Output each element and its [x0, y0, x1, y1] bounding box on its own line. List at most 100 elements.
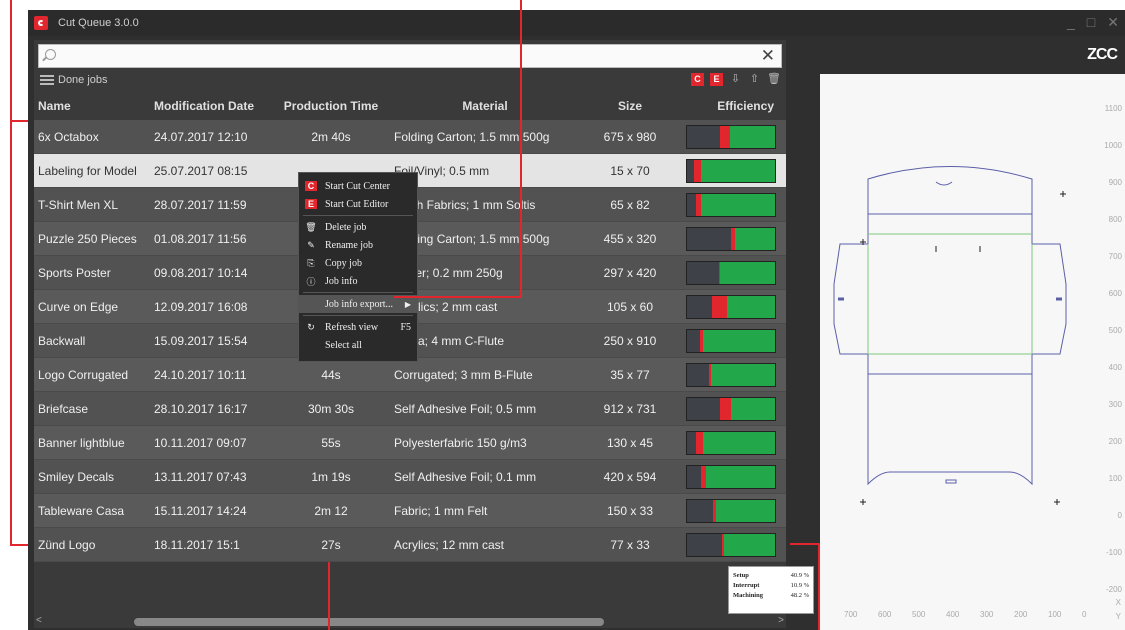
job-size: 105 x 60: [606, 299, 654, 314]
job-size: 130 x 45: [606, 435, 654, 450]
context-menu-item[interactable]: ↻ Refresh view F5: [299, 318, 417, 336]
job-efficiency[interactable]: [680, 294, 778, 319]
efficiency-bar[interactable]: [686, 226, 776, 251]
column-header-name[interactable]: Name: [34, 99, 154, 113]
clear-search-button[interactable]: ✕: [761, 46, 775, 66]
list-icon[interactable]: [40, 74, 54, 86]
title-bar: Cut Queue 3.0.0 _ □ ✕: [28, 10, 1125, 36]
job-efficiency[interactable]: [680, 226, 778, 251]
ruler-tick-label: 400: [1108, 363, 1122, 372]
pencil-icon: ✎: [307, 239, 315, 250]
delete-icon[interactable]: 🗑: [767, 73, 781, 86]
efficiency-machining-segment: [727, 295, 775, 318]
context-menu-item[interactable]: Select all: [299, 336, 417, 354]
job-name: 6x Octabox: [38, 129, 99, 144]
job-efficiency[interactable]: [680, 430, 778, 455]
ruler-tick-label: 800: [1108, 215, 1122, 224]
box-bottom-flap: [867, 374, 1033, 486]
start-cut-editor-icon[interactable]: E: [710, 73, 723, 86]
job-efficiency[interactable]: [680, 192, 778, 217]
efficiency-bar[interactable]: [686, 192, 776, 217]
efficiency-bar[interactable]: [686, 294, 776, 319]
efficiency-bar[interactable]: [686, 430, 776, 455]
ruler-tick-label: 600: [878, 610, 892, 619]
column-header-efficiency[interactable]: Efficiency: [680, 99, 778, 113]
job-name: Labeling for Model: [38, 163, 137, 178]
job-date: 28.10.2017 16:17: [154, 401, 248, 416]
job-efficiency[interactable]: [680, 532, 778, 557]
done-jobs-label[interactable]: Done jobs: [58, 74, 108, 86]
efficiency-machining-segment: [701, 193, 775, 216]
close-button[interactable]: ✕: [1107, 14, 1119, 31]
horizontal-ruler: 700 600 500 400 300 200 100 0 X Y: [820, 598, 1125, 624]
job-name: Zünd Logo: [38, 537, 96, 552]
toolbar-icons: C E ⇩ ⇧ 🗑: [691, 73, 781, 86]
vertical-ruler: 1100 1000 900 800 700 600 500 400 300 200 100 0 -100…: [1103, 74, 1125, 624]
efficiency-machining-segment: [730, 397, 775, 420]
job-size: 77 x 33: [610, 537, 650, 552]
efficiency-bar[interactable]: [686, 328, 776, 353]
info-icon: ⓘ: [306, 276, 316, 287]
table-row[interactable]: Smiley Decals 13.11.2017 07:43 1m 19s Self …: [34, 460, 786, 494]
job-material: Dispa; 4 mm C-Flute: [394, 333, 505, 348]
ruler-tick-label: 300: [980, 610, 994, 619]
efficiency-bar[interactable]: [686, 124, 776, 149]
horizontal-scrollbar[interactable]: < >: [34, 615, 786, 628]
context-menu-label: Job info export...: [325, 298, 394, 310]
job-time: 2m 12: [314, 503, 348, 518]
job-material: Polyesterfabric 150 g/m3: [394, 435, 527, 450]
job-date: 24.07.2017 12:10: [154, 129, 248, 144]
job-efficiency[interactable]: [680, 396, 778, 421]
efficiency-bar[interactable]: [686, 396, 776, 421]
job-size: 420 x 594: [603, 469, 657, 484]
job-date: 28.07.2017 11:59: [154, 197, 247, 212]
efficiency-machining-segment: [716, 499, 775, 522]
minimize-button[interactable]: _: [1067, 14, 1075, 31]
job-time: 55s: [321, 435, 341, 450]
efficiency-bar[interactable]: [686, 260, 776, 285]
table-row[interactable]: Banner lightblue 10.11.2017 09:07 55s Polye…: [34, 426, 786, 460]
efficiency-bar[interactable]: [686, 158, 776, 183]
job-date: 12.09.2017 16:08: [154, 299, 248, 314]
scroll-left-icon[interactable]: <: [36, 615, 42, 626]
efficiency-interrupt-segment: [711, 295, 728, 318]
efficiency-machining-segment: [706, 465, 775, 488]
start-cut-center-icon[interactable]: C: [691, 73, 704, 86]
job-efficiency[interactable]: [680, 498, 778, 523]
ruler-tick-label: 900: [1108, 178, 1122, 187]
maximize-button[interactable]: □: [1087, 14, 1095, 31]
table-row[interactable]: Logo Corrugated 24.10.2017 10:11 44s Corrug…: [34, 358, 786, 392]
job-efficiency[interactable]: [680, 328, 778, 353]
ruler-tick-label: 200: [1108, 437, 1122, 446]
efficiency-bar[interactable]: [686, 362, 776, 387]
axis-x-label: X: [1115, 598, 1121, 607]
export-icon[interactable]: ⇩: [729, 73, 742, 86]
job-material: Self Adhesive Foil; 0.1 mm: [394, 469, 537, 484]
efficiency-machining-segment: [734, 227, 775, 250]
table-row[interactable]: Zünd Logo 18.11.2017 15:1 27s Acrylics; 12 …: [34, 528, 786, 562]
scrollbar-thumb[interactable]: [134, 618, 604, 626]
job-date: 15.11.2017 14:24: [154, 503, 247, 518]
context-menu-label: Rename job: [325, 239, 374, 251]
job-efficiency[interactable]: [680, 362, 778, 387]
table-row[interactable]: Briefcase 28.10.2017 16:17 30m 30s Self Adh…: [34, 392, 786, 426]
job-efficiency[interactable]: [680, 158, 778, 183]
efficiency-bar[interactable]: [686, 464, 776, 489]
job-efficiency[interactable]: [680, 464, 778, 489]
efficiency-machining-segment: [710, 363, 775, 386]
import-icon[interactable]: ⇧: [748, 73, 761, 86]
tooltip-label: Setup: [733, 572, 749, 579]
job-time: 2m 40s: [311, 129, 351, 144]
job-efficiency[interactable]: [680, 260, 778, 285]
scroll-right-icon[interactable]: >: [778, 615, 784, 626]
job-efficiency[interactable]: [680, 124, 778, 149]
table-row[interactable]: Tableware Casa 15.11.2017 14:24 2m 12 Fabri…: [34, 494, 786, 528]
efficiency-bar[interactable]: [686, 532, 776, 557]
efficiency-bar[interactable]: [686, 498, 776, 523]
job-name: Puzzle 250 Pieces: [38, 231, 137, 246]
column-header-date[interactable]: Modification Date: [154, 99, 272, 113]
column-header-time[interactable]: Production Time: [272, 99, 390, 113]
tooltip-label: Machining: [733, 592, 763, 599]
column-header-size[interactable]: Size: [580, 99, 680, 113]
efficiency-machining-segment: [720, 261, 775, 284]
